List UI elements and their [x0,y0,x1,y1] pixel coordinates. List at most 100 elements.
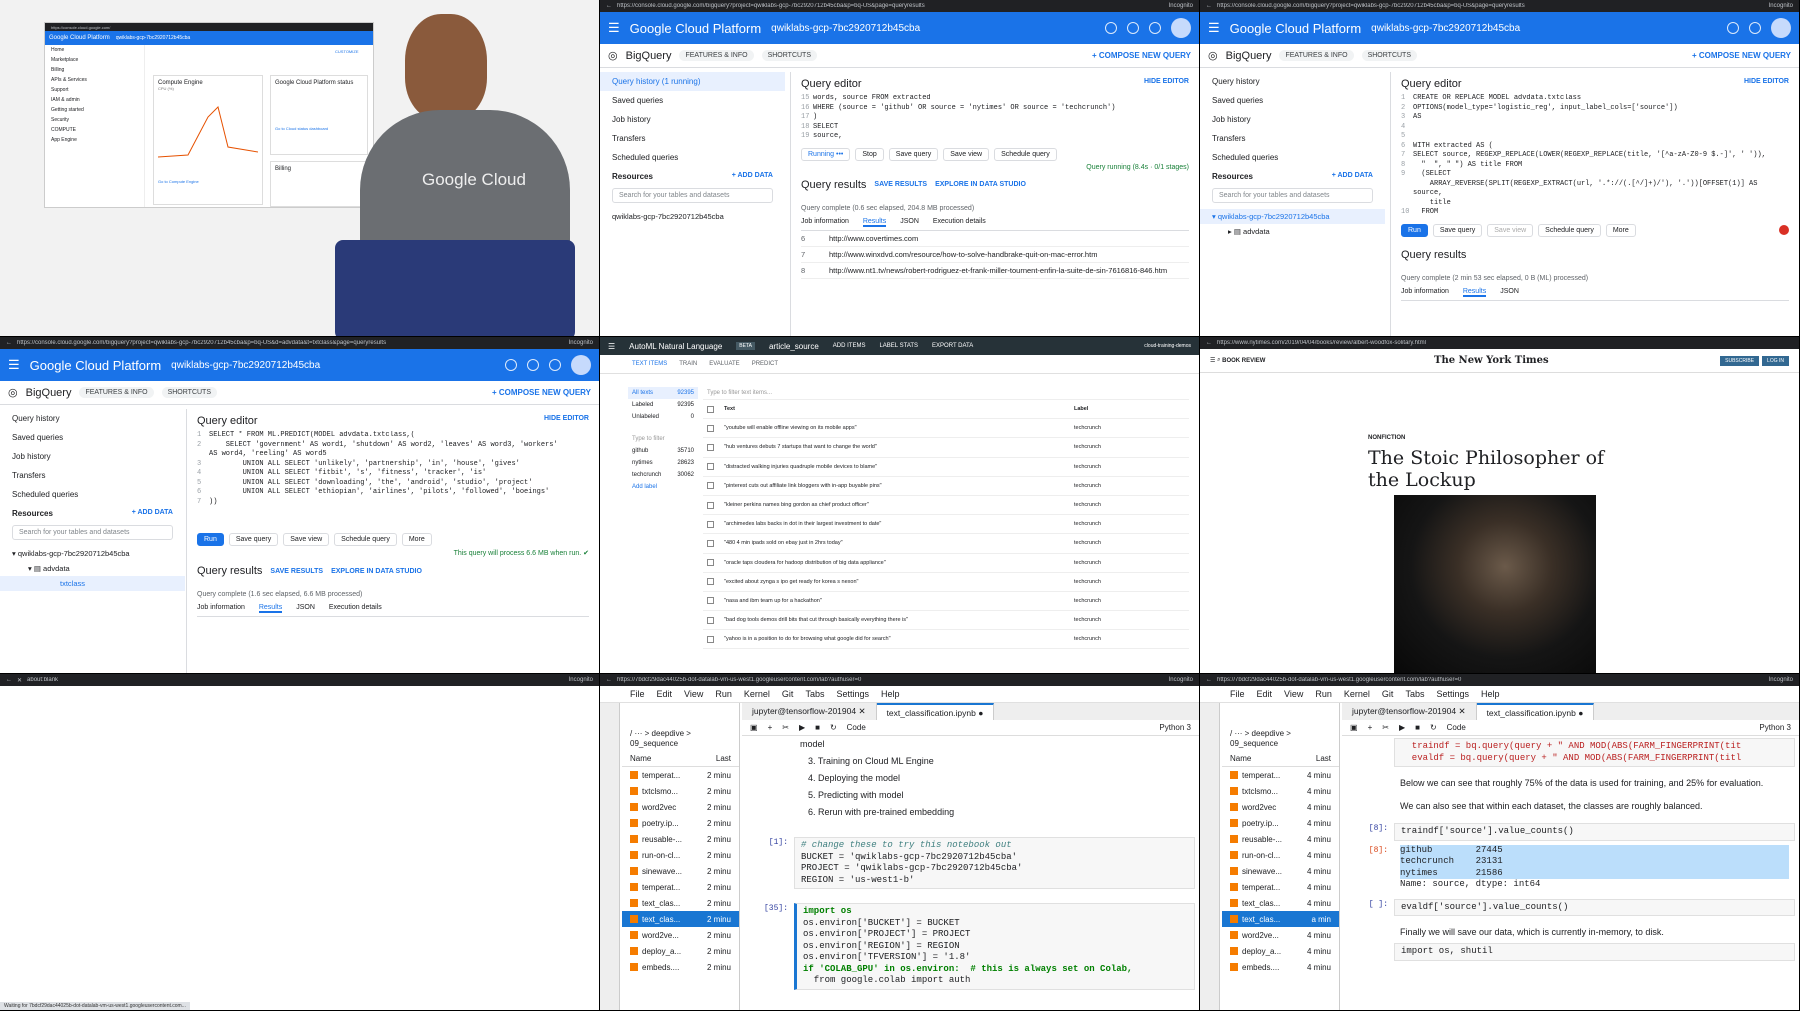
menu-kernel[interactable]: Kernel [1344,689,1370,699]
table-row[interactable]: "yahoo is in a position to do for browsi… [703,630,1189,650]
menu-tabs[interactable]: Tabs [805,689,824,699]
menu-icon[interactable]: ☰ [8,357,20,373]
label-stats-button[interactable]: LABEL STATS [879,343,918,349]
add-label-button[interactable]: Add label [628,481,698,493]
file-row[interactable]: text_clas... 2 minu [622,911,739,927]
sidebar-item-scheduled-queries[interactable]: Scheduled queries [0,485,185,504]
compose-query-button[interactable]: + COMPOSE NEW QUERY [1692,51,1791,60]
file-row[interactable]: sinewave... 2 minu [622,863,739,879]
query-editor[interactable]: 1 SELECT * FROM ML.PREDICT(MODEL advdata.… [197,431,589,507]
sidebar-item-job-history[interactable]: Job history [0,447,185,466]
project-selector[interactable]: qwiklabs-gcp-7bc2920712b45cba [1371,23,1520,34]
resource-search-input[interactable]: Search for your tables and datasets [1212,188,1373,203]
file-row[interactable]: temperat... 4 minu [1222,767,1339,783]
menu-icon[interactable]: ☰ [608,342,615,351]
menu-help[interactable]: Help [881,689,900,699]
stop-icon[interactable]: ■ [1415,723,1420,732]
resource-search-input[interactable]: Search for your tables and datasets [612,188,773,203]
browser-back-icon[interactable]: ← [606,3,612,9]
tree-project-node[interactable]: ▾ qwiklabs-gcp-7bc2920712b45cba [0,546,185,561]
results-tab[interactable]: Job information [801,218,849,227]
search-icon[interactable] [1727,22,1739,34]
row-checkbox[interactable] [707,501,714,509]
file-row[interactable]: embeds.... 2 minu [622,959,739,975]
explore-data-studio-button[interactable]: EXPLORE IN DATA STUDIO [935,181,1026,188]
label-item[interactable]: techcrunch 30062 [628,469,698,481]
table-row[interactable]: "hub ventures debuts 7 startups that wan… [703,438,1189,458]
cell-type-select[interactable]: Code [847,723,866,732]
hide-editor-button[interactable]: HIDE EDITOR [1144,78,1189,90]
tree-project-node[interactable]: qwiklabs-gcp-7bc2920712b45cba [600,209,785,224]
label-filter-input[interactable]: Type to filter [628,433,698,445]
col-last-modified[interactable]: Last [1316,754,1331,763]
add-data-button[interactable]: + ADD DATA [132,509,173,518]
nyt-logo[interactable]: The New York Times [1265,355,1717,366]
tab-train[interactable]: TRAIN [679,361,697,367]
stop-button[interactable]: Stop [855,147,884,161]
address-bar[interactable]: https://console.cloud.google.com/bigquer… [617,3,1164,9]
cloud-shell-icon[interactable] [527,359,539,371]
add-cell-icon[interactable]: + [768,723,773,732]
sidebar-item-query-history[interactable]: Query history (1 running) [600,72,785,91]
save-icon[interactable]: ▣ [1350,723,1358,732]
table-row[interactable]: "archimedes labs backs in dot in their l… [703,515,1189,535]
shortcuts-button[interactable]: SHORTCUTS [161,387,218,398]
file-row[interactable]: run-on-cl... 2 minu [622,847,739,863]
address-bar[interactable]: about:blank [27,677,564,683]
search-icon[interactable] [505,359,517,371]
save-results-button[interactable]: SAVE RESULTS [270,568,323,575]
sidebar-item-query-history[interactable]: Query history [0,409,185,428]
file-row[interactable]: reusable-... 4 minu [1222,831,1339,847]
table-row[interactable]: 6 http://www.covertimes.com [801,231,1189,247]
menu-settings[interactable]: Settings [836,689,869,699]
address-bar[interactable]: https://7bdcf29dac44025b-dot-datalab-vm-… [617,677,1164,683]
hide-editor-button[interactable]: HIDE EDITOR [544,415,589,427]
schedule-query-button[interactable]: Schedule query [994,147,1057,161]
table-row[interactable]: "youtube will enable offline viewing on … [703,419,1189,439]
add-cell-icon[interactable]: + [1368,723,1373,732]
address-bar[interactable]: https://www.nytimes.com/2019/04/04/books… [1217,340,1793,346]
sidebar-item-scheduled-queries[interactable]: Scheduled queries [1200,148,1385,167]
project-selector[interactable]: qwiklabs-gcp-7bc2920712b45cba [171,360,320,371]
file-row[interactable]: run-on-cl... 4 minu [1222,847,1339,863]
file-row[interactable]: txtclsmo... 4 minu [1222,783,1339,799]
code-cell[interactable]: [1]: # change these to try this notebook … [742,835,1199,891]
tab-predict[interactable]: PREDICT [752,361,778,367]
table-row[interactable]: "distracted walking injuries quadruple m… [703,458,1189,477]
row-checkbox[interactable] [707,424,714,432]
menu-git[interactable]: Git [1382,689,1394,699]
row-checkbox[interactable] [707,482,714,490]
stop-icon[interactable]: ■ [815,723,820,732]
account-selector[interactable]: cloud-training-demos [1144,343,1191,349]
restart-icon[interactable]: ↻ [830,723,837,732]
menu-tabs[interactable]: Tabs [1405,689,1424,699]
code-cell[interactable]: [8]: traindf['source'].value_counts() [1342,821,1799,843]
query-editor[interactable]: 15 words, source FROM extracted 16 WHERE (s… [801,94,1189,142]
results-tab[interactable]: JSON [900,218,919,227]
cut-icon[interactable]: ✂ [1382,723,1389,732]
file-row[interactable]: poetry.ip... 4 minu [1222,815,1339,831]
table-row[interactable]: 8 http://www.nt1.tv/news/robert-rodriguez… [801,263,1189,279]
stop-icon[interactable]: ✕ [17,677,22,684]
menu-icon[interactable]: ☰ [1210,357,1215,364]
results-tab[interactable]: Job information [197,604,245,613]
tab-notebook[interactable]: text_classification.ipynb ● [876,703,995,720]
browser-back-icon[interactable]: ← [1206,340,1212,346]
menu-icon[interactable]: ☰ [1208,20,1220,36]
running-button[interactable]: Running ••• [801,147,851,161]
browser-back-icon[interactable]: ← [6,677,12,683]
row-checkbox[interactable] [707,520,714,528]
save-view-button[interactable]: Save view [283,533,330,546]
menu-view[interactable]: View [1284,689,1303,699]
file-row[interactable]: deploy_a... 4 minu [1222,943,1339,959]
items-filter-input[interactable]: Type to filter text items... [703,387,1189,400]
resource-search-input[interactable]: Search for your tables and datasets [12,525,173,540]
sidebar-item-job-history[interactable]: Job history [1200,110,1385,129]
file-row[interactable]: text_clas... 4 minu [1222,895,1339,911]
row-checkbox[interactable] [707,463,714,471]
add-items-button[interactable]: ADD ITEMS [833,343,866,349]
menu-icon[interactable]: ☰ [608,20,620,36]
row-checkbox[interactable] [707,443,714,451]
results-tab[interactable]: Results [1462,288,1487,297]
cell-source[interactable]: evaldf['source'].value_counts() [1394,898,1795,916]
